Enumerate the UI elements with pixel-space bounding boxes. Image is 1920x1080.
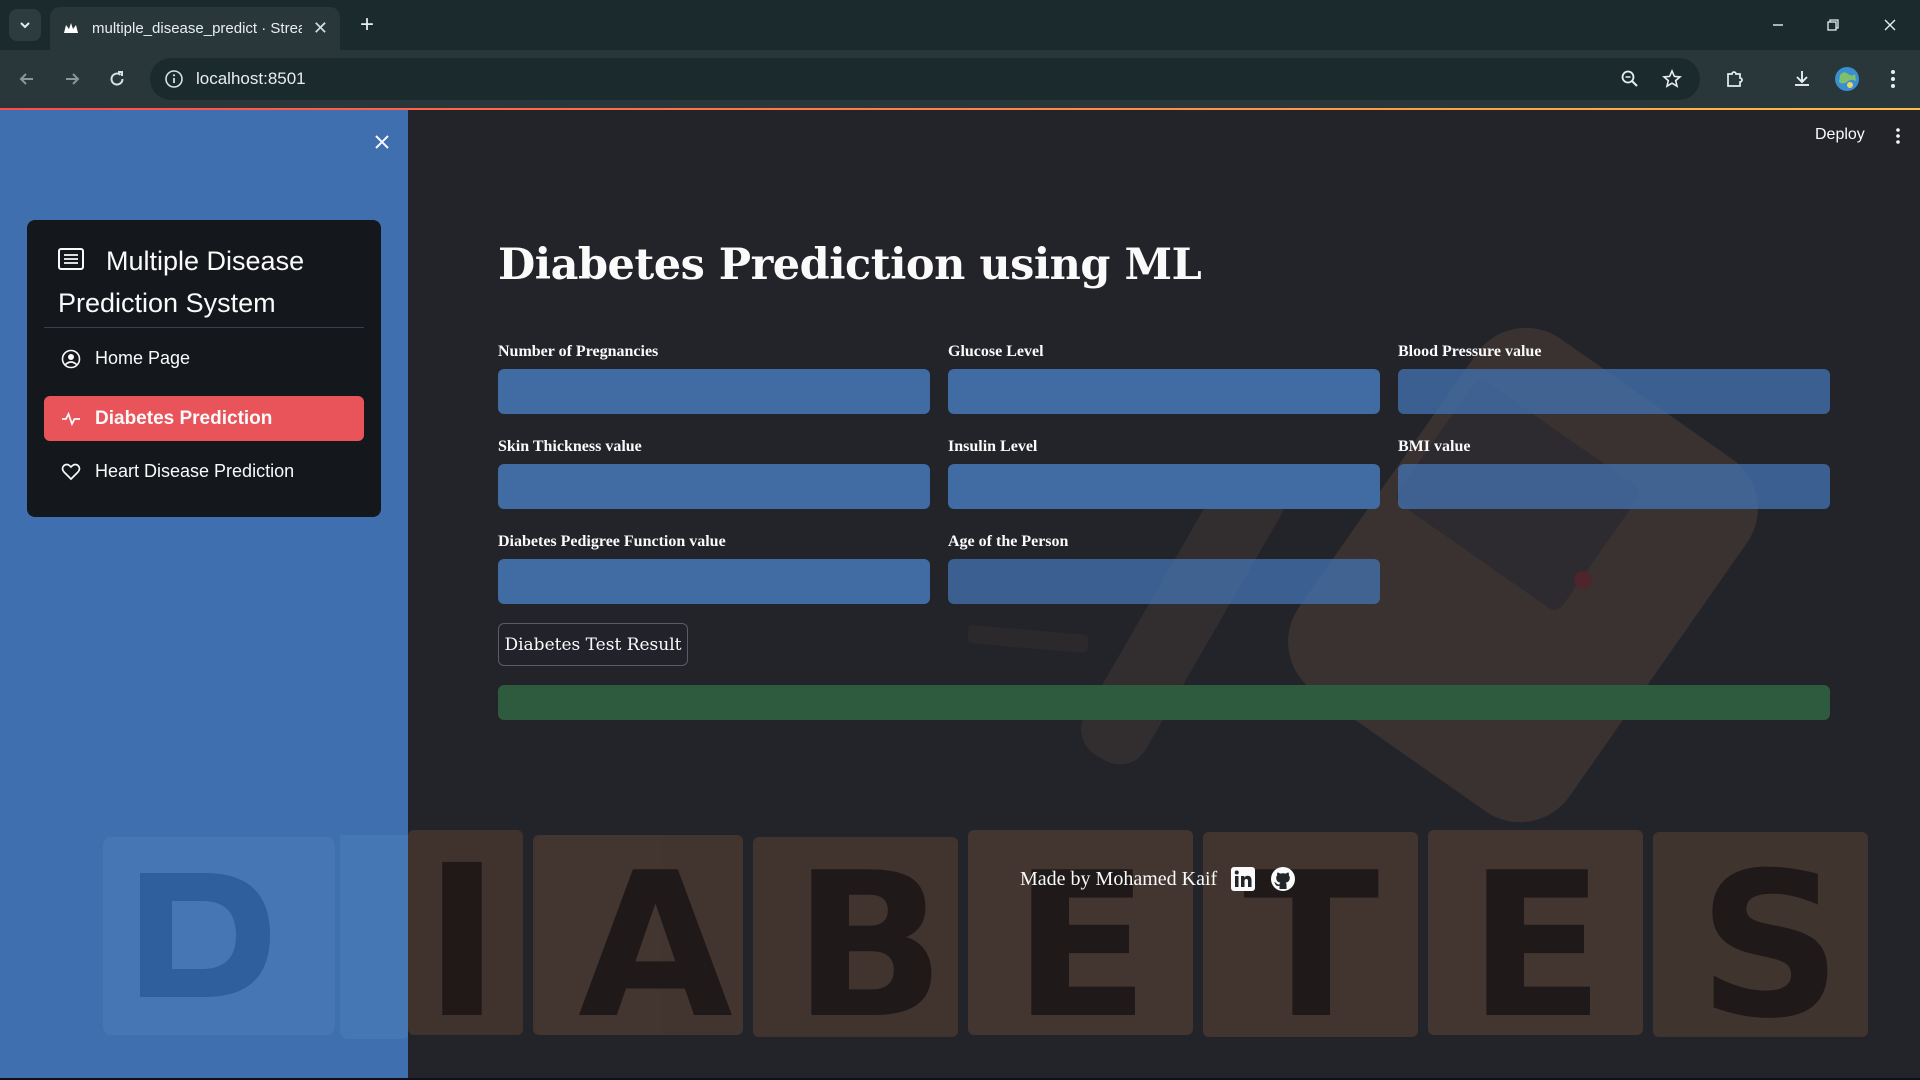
blood-pressure-input[interactable]: [1398, 369, 1830, 414]
address-bar[interactable]: localhost:8501: [150, 58, 1700, 100]
main-content: I A B E T E S Deploy Diabetes Prediction…: [408, 110, 1920, 1078]
person-circle-icon: [61, 349, 81, 369]
restore-icon: [1827, 19, 1839, 31]
forward-button[interactable]: [55, 62, 89, 96]
age-input[interactable]: [948, 559, 1380, 604]
tab-close-icon[interactable]: ✕: [313, 18, 328, 39]
heart-icon: [61, 462, 81, 482]
site-info-icon[interactable]: [162, 67, 186, 91]
minimize-icon: [1773, 24, 1783, 26]
sidebar: Multiple Disease Prediction System Home …: [0, 110, 408, 1078]
glucose-input[interactable]: [948, 369, 1380, 414]
footer-text: Made by Mohamed Kaif: [1020, 867, 1218, 890]
extensions-icon[interactable]: [1720, 64, 1750, 94]
bmi-input[interactable]: [1398, 464, 1830, 509]
field-label: Diabetes Pedigree Function value: [498, 533, 726, 550]
result-message: [498, 685, 1830, 720]
tab-title: multiple_disease_predict · Streamlit: [92, 20, 302, 37]
page-title: Diabetes Prediction using ML: [498, 240, 1202, 290]
bookmark-star-icon[interactable]: [1660, 67, 1684, 91]
window-close-button[interactable]: [1868, 8, 1912, 42]
menu-divider: [44, 327, 364, 328]
diabetes-test-result-button[interactable]: Diabetes Test Result: [498, 623, 688, 666]
footer: Made by Mohamed Kaif: [1020, 865, 1297, 893]
pedigree-function-input[interactable]: [498, 559, 930, 604]
field-label: Blood Pressure value: [1398, 343, 1542, 360]
url-text: localhost:8501: [196, 69, 306, 88]
reload-button[interactable]: [100, 62, 134, 96]
streamlit-crown-icon: [62, 20, 80, 38]
close-icon: [1884, 19, 1896, 31]
menu-item-label: Home Page: [95, 348, 191, 368]
close-icon: [375, 135, 389, 149]
minimize-button[interactable]: [1756, 8, 1800, 42]
zoom-icon[interactable]: [1618, 67, 1642, 91]
field-label: BMI value: [1398, 438, 1471, 455]
insulin-input[interactable]: [948, 464, 1380, 509]
menu-item-label: Diabetes Prediction: [95, 407, 273, 429]
browser-tab-bar: multiple_disease_predict · Streamlit ✕ +: [0, 0, 1920, 50]
restore-button[interactable]: [1811, 8, 1855, 42]
reload-icon: [110, 71, 124, 86]
field-label: Glucose Level: [948, 343, 1044, 360]
pregnancies-input[interactable]: [498, 369, 930, 414]
field-label: Number of Pregnancies: [498, 343, 659, 360]
tab-list-button[interactable]: [9, 9, 41, 41]
browser-menu-icon[interactable]: [1878, 64, 1908, 94]
menu-item-diabetes-prediction[interactable]: Diabetes Prediction: [44, 396, 364, 441]
profile-avatar-icon[interactable]: [1832, 64, 1862, 94]
menu-title: Multiple Disease Prediction System: [58, 246, 305, 318]
field-label: Insulin Level: [948, 438, 1038, 455]
skin-thickness-input[interactable]: [498, 464, 930, 509]
activity-icon: [61, 409, 81, 429]
field-label: Skin Thickness value: [498, 438, 642, 455]
back-button[interactable]: [10, 62, 44, 96]
menu-item-heart-disease-prediction[interactable]: Heart Disease Prediction: [44, 449, 364, 494]
download-icon[interactable]: [1787, 64, 1817, 94]
browser-tab[interactable]: multiple_disease_predict · Streamlit ✕: [50, 7, 340, 50]
background-cube-letter-d: [103, 835, 408, 1039]
browser-toolbar: localhost:8501: [0, 50, 1920, 108]
new-tab-button[interactable]: +: [352, 10, 382, 40]
github-icon[interactable]: [1269, 865, 1297, 893]
menu-item-home-page[interactable]: Home Page: [44, 336, 364, 381]
deploy-button[interactable]: Deploy: [1815, 126, 1865, 144]
field-label: Age of the Person: [948, 533, 1069, 550]
arrow-left-icon: [19, 73, 33, 85]
sidebar-close-button[interactable]: [368, 128, 396, 156]
chevron-down-icon: [20, 22, 30, 29]
arrow-right-icon: [66, 73, 80, 85]
main-menu-icon[interactable]: [1888, 124, 1908, 148]
linkedin-icon[interactable]: [1229, 865, 1257, 893]
menu-item-label: Heart Disease Prediction: [95, 461, 295, 481]
option-menu: Multiple Disease Prediction System Home …: [27, 220, 381, 517]
